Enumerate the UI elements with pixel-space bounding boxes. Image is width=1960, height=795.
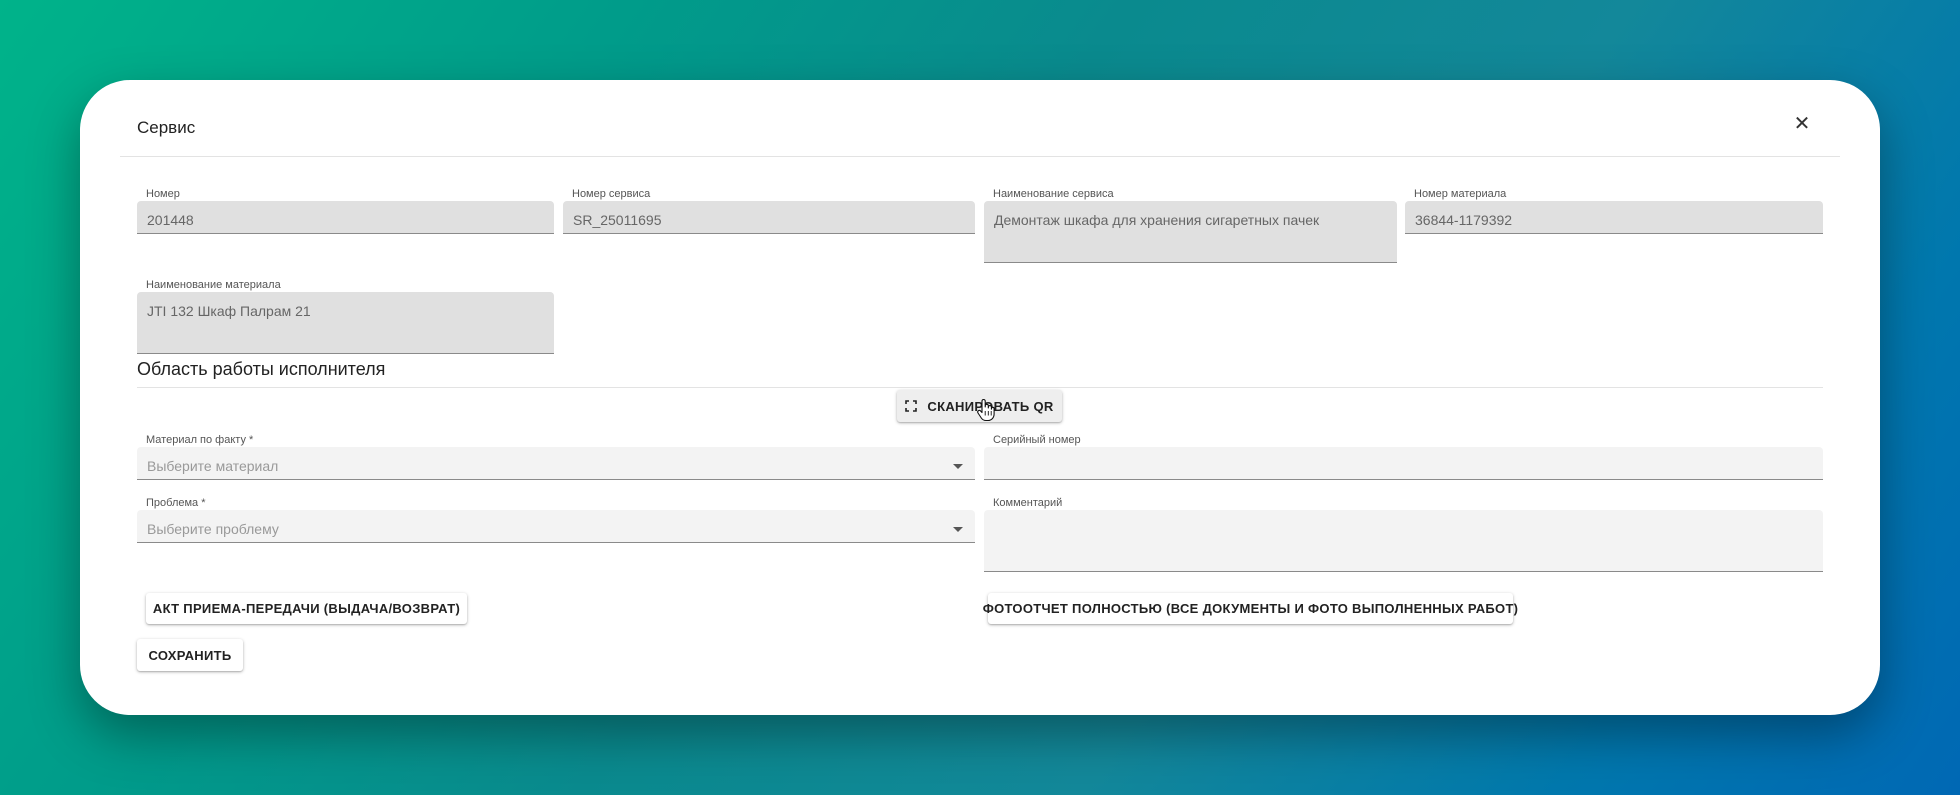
serial-number-label: Серийный номер bbox=[993, 434, 1081, 446]
material-name-field: Наименование материала JTI 132 Шкаф Палр… bbox=[137, 279, 554, 357]
number-label: Номер bbox=[146, 188, 180, 200]
chevron-down-icon[interactable] bbox=[953, 527, 963, 532]
service-name-field: Наименование сервиса Демонтаж шкафа для … bbox=[984, 188, 1397, 266]
serial-number-input[interactable] bbox=[984, 447, 1823, 480]
dialog-header: Сервис ✕ bbox=[120, 80, 1840, 157]
comment-textarea[interactable] bbox=[984, 510, 1823, 572]
save-button[interactable]: Сохранить bbox=[137, 639, 243, 671]
material-fact-label: Материал по факту * bbox=[146, 434, 254, 446]
material-number-value: 36844-1179392 bbox=[1405, 201, 1823, 234]
qr-scan-icon bbox=[905, 400, 918, 412]
close-icon[interactable]: ✕ bbox=[1792, 114, 1812, 134]
service-name-value: Демонтаж шкафа для хранения сигаретных п… bbox=[984, 201, 1397, 263]
problem-placeholder[interactable]: Выберите проблему bbox=[137, 510, 975, 543]
number-field: Номер 201448 bbox=[137, 188, 554, 236]
section-divider bbox=[137, 387, 1823, 388]
executor-section-title: Область работы исполнителя bbox=[137, 359, 386, 379]
service-number-label: Номер сервиса bbox=[572, 188, 651, 200]
material-name-label: Наименование материала bbox=[146, 279, 281, 291]
dialog-title: Сервис bbox=[137, 118, 196, 137]
material-fact-select[interactable]: Материал по факту * Выберите материал bbox=[137, 434, 975, 483]
comment-label: Комментарий bbox=[993, 497, 1063, 509]
service-number-value: SR_25011695 bbox=[563, 201, 975, 234]
comment-field[interactable]: Комментарий bbox=[984, 497, 1823, 575]
material-number-field: Номер материала 36844-1179392 bbox=[1405, 188, 1823, 236]
service-number-field: Номер сервиса SR_25011695 bbox=[563, 188, 975, 236]
material-number-label: Номер материала bbox=[1414, 188, 1507, 200]
service-dialog: Сервис ✕ Номер 201448 Номер сервиса SR_2… bbox=[80, 80, 1880, 715]
material-fact-placeholder[interactable]: Выберите материал bbox=[137, 447, 975, 480]
act-transfer-button[interactable]: Акт приема-передачи (выдача/возврат) bbox=[146, 593, 467, 624]
chevron-down-icon[interactable] bbox=[953, 464, 963, 469]
problem-label: Проблема * bbox=[146, 497, 206, 509]
photo-report-button[interactable]: Фотоотчет полностью (все документы и фот… bbox=[983, 593, 1518, 624]
number-value: 201448 bbox=[137, 201, 554, 234]
material-name-value: JTI 132 Шкаф Палрам 21 bbox=[137, 292, 554, 354]
problem-select[interactable]: Проблема * Выберите проблему bbox=[137, 497, 975, 546]
serial-number-field[interactable]: Серийный номер bbox=[984, 434, 1823, 483]
service-name-label: Наименование сервиса bbox=[993, 188, 1114, 200]
hand-pointer-icon bbox=[976, 398, 996, 422]
